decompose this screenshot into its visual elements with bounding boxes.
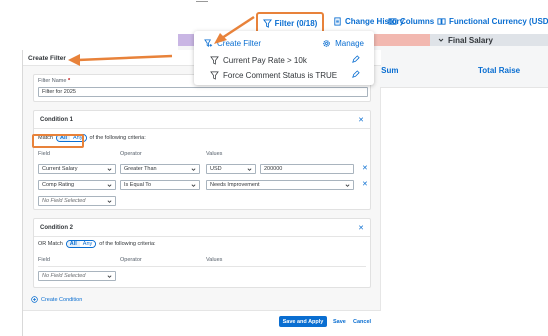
saved-filter-label: Force Comment Status is TRUE [223,70,338,80]
chevron-down-icon [345,184,350,187]
saved-filter-item[interactable]: Force Comment Status is TRUE [210,69,360,81]
divider [34,128,370,129]
chevron-down-icon [191,184,196,187]
chevron-down-icon [191,168,196,171]
match-all-button[interactable]: All [66,241,80,247]
columns-label: Columns [400,16,435,26]
filter-popover: Create Filter Manage Current Pay Rate > … [194,31,374,85]
value-select[interactable]: Needs Improvement [206,180,354,190]
panel-title: Create Filter [28,55,66,62]
value-input[interactable]: 200000 [260,164,354,174]
functional-currency-label: Functional Currency (USD) [449,16,548,26]
chevron-down-icon [438,38,444,42]
final-salary-group-header[interactable]: Final Salary [430,34,548,46]
all-any-toggle: All Any [65,240,97,248]
total-raise-column-header: Total Raise [478,66,521,75]
panel-edge-divider [380,88,381,336]
saved-filter-label: Current Pay Rate > 10k [223,55,307,65]
match-any-button[interactable]: Any [79,241,96,247]
filter-icon [210,56,219,65]
create-filter-panel: Create Filter Filter Name * Filter for 2… [22,50,381,336]
create-filter-link[interactable]: Create Filter [204,39,261,48]
gear-icon [323,40,330,47]
toolbar: Filter (0/18) Change History Columns Fun… [0,6,548,34]
create-condition-label: Create Condition [41,296,83,303]
currency-book-icon [437,17,446,25]
filter-name-label: Filter Name * [38,78,71,84]
column-header-accent-pink [374,34,430,46]
field-select[interactable]: No Field Selected [38,196,116,206]
condition-1-card: Condition 1 ✕ Match All Any of the follo… [33,110,371,210]
condition-2-card: Condition 2 ✕ OR Match All Any of the fo… [33,218,371,288]
remove-condition-1-icon[interactable]: ✕ [358,116,364,124]
currency-select[interactable]: USD [206,164,256,174]
field-column-label: Field [38,151,50,157]
field-select[interactable]: Comp Rating [38,180,116,190]
condition-1-title: Condition 1 [40,117,73,123]
columns-icon [388,17,397,25]
match-highlight-box [32,134,84,148]
divider [38,266,366,267]
pencil-icon[interactable] [351,70,360,79]
operator-select[interactable]: Is Equal To [120,180,200,190]
top-divider [196,1,208,2]
values-column-label: Values [206,257,223,263]
create-filter-label: Create Filter [217,39,262,48]
chevron-down-icon [247,168,252,171]
final-salary-label: Final Salary [448,35,493,45]
remove-row-icon[interactable]: ✕ [362,180,368,188]
values-column-label: Values [206,151,223,157]
panel-footer: Save and Apply Save Cancel [23,310,381,336]
manage-label: Manage [335,39,364,48]
columns-button[interactable]: Columns [388,12,434,30]
remove-condition-2-icon[interactable]: ✕ [358,224,364,232]
operator-select[interactable]: Greater Than [120,164,200,174]
condition-2-title: Condition 2 [40,225,73,231]
chevron-down-icon [107,184,112,187]
match-prefix: OR Match [38,241,63,247]
cancel-button[interactable]: Cancel [353,316,371,327]
filter-icon [262,18,272,28]
pencil-icon[interactable] [351,55,360,64]
match-suffix: of the following criteria: [89,135,146,141]
manage-filters-link[interactable]: Manage [322,39,364,48]
match-selector: OR Match All Any of the following criter… [38,238,156,250]
chevron-down-icon [107,168,112,171]
remove-row-icon[interactable]: ✕ [362,164,368,172]
document-icon [334,16,341,26]
field-select[interactable]: No Field Selected [38,271,116,281]
filter-button-label: Filter (0/18) [274,18,318,28]
chevron-down-icon [107,200,112,203]
match-suffix: of the following criteria: [99,241,156,247]
save-button[interactable]: Save [333,316,346,327]
save-and-apply-button[interactable]: Save and Apply [279,316,327,327]
divider [34,236,370,237]
filter-name-input[interactable]: Filter for 2025 [38,87,368,97]
operator-column-label: Operator [120,151,142,157]
create-condition-button[interactable]: Create Condition [31,296,82,303]
field-select[interactable]: Current Salary [38,164,116,174]
chevron-down-icon [107,275,112,278]
filter-add-icon [204,39,213,47]
functional-currency-button[interactable]: Functional Currency (USD) [437,12,548,30]
field-column-label: Field [38,257,50,263]
operator-column-label: Operator [120,257,142,263]
saved-filter-item[interactable]: Current Pay Rate > 10k [210,54,360,66]
filter-icon [210,71,219,80]
add-circle-icon [31,296,38,303]
